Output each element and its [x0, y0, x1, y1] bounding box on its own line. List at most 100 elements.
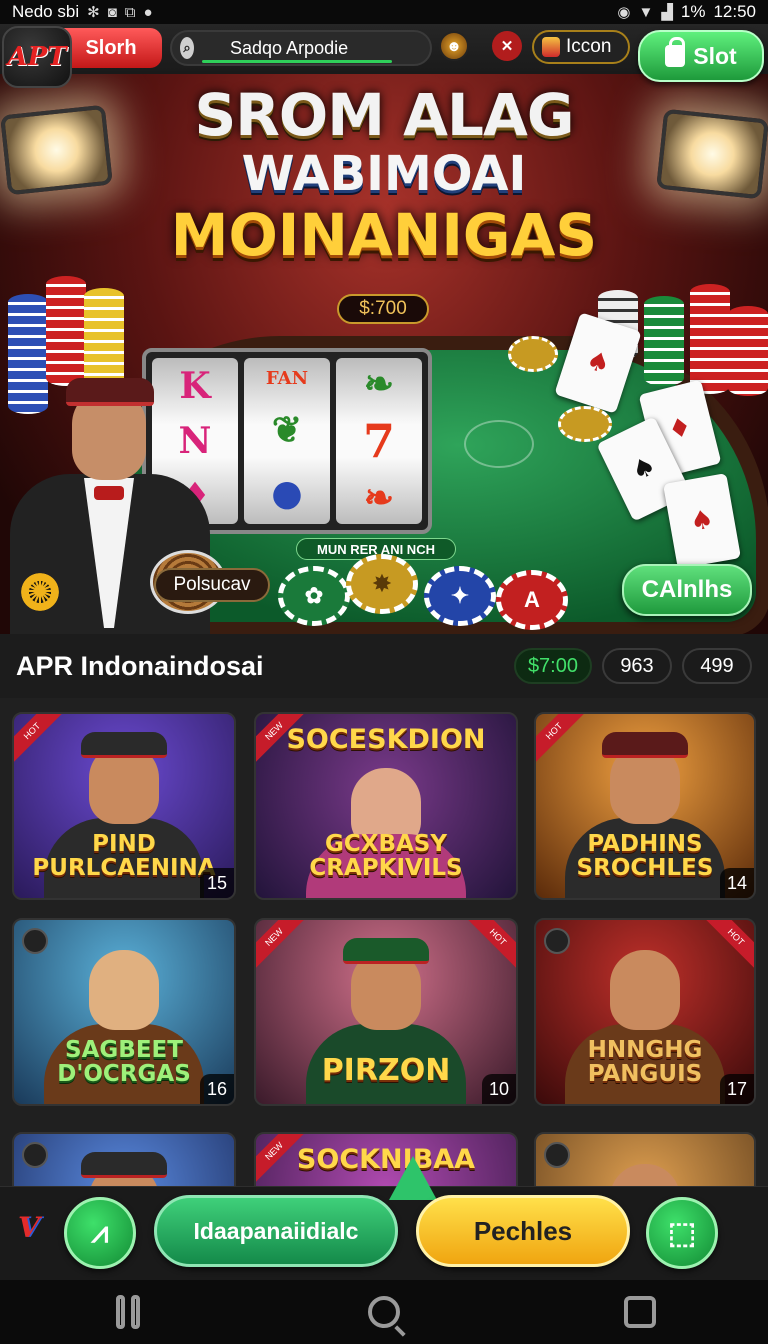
game-title: HNNGHG PANGUIS — [587, 1036, 703, 1087]
dealer-hat — [66, 378, 154, 406]
nav-recents-button[interactable] — [610, 1287, 670, 1337]
hero-title: SROM ALAG WABIMOAI MOINANIGAS — [0, 86, 768, 264]
game-tile[interactable]: HOT PIND PURLCAENINA 15 — [12, 712, 236, 900]
status-bar: Nedo sbi ✻ ◙ ⧉ ● ◉ ▼ ▟ 1% 12:50 — [0, 0, 768, 24]
slot-tab[interactable]: Slorh — [60, 28, 162, 68]
status-carrier: Nedo sbi — [12, 2, 80, 21]
poker-chip: ✦ — [424, 566, 496, 626]
reel-symbol: ❧ — [363, 362, 395, 405]
game-tile[interactable] — [12, 1132, 236, 1188]
search-underline — [202, 60, 392, 63]
trend-button[interactable]: ⩘ — [64, 1197, 136, 1269]
signal-icon: ▟ — [661, 4, 673, 21]
icon-chip-label: Iccon — [566, 36, 612, 57]
game-tile[interactable]: NEW HOT PIRZON 10 — [254, 918, 518, 1106]
game-grid: HOT PIND PURLCAENINA 15 NEW SOCESKDION G… — [0, 698, 768, 1188]
table-ring — [464, 420, 534, 468]
recents-icon — [624, 1296, 656, 1328]
app-root: Nedo sbi ✻ ◙ ⧉ ● ◉ ▼ ▟ 1% 12:50 Slorh AP… — [0, 0, 768, 1344]
tile-figure — [610, 1164, 680, 1188]
share-icon: ⬚ — [667, 1216, 697, 1250]
tile-badge: HOT — [463, 920, 516, 972]
gift-icon — [542, 37, 560, 57]
section-title: APR Indonaindosai — [16, 650, 264, 681]
search-home-icon — [368, 1296, 400, 1328]
reel-3: ❧ 7 ❧ — [336, 358, 422, 524]
section-header: APR Indonaindosai $7:00 963 499 — [0, 634, 768, 698]
reel-symbol: ❦ — [271, 409, 303, 452]
tile-avatar — [22, 1142, 48, 1168]
lock-icon — [665, 37, 686, 67]
slot-tab-label: Slorh — [85, 36, 137, 59]
icon-chip[interactable]: Iccon — [532, 30, 630, 64]
mute-icon[interactable]: ✕ — [492, 31, 522, 61]
hero-cta-button[interactable]: CAlnlhs — [622, 564, 752, 616]
game-count: 14 — [720, 868, 754, 898]
chip-stack — [690, 284, 730, 394]
camera-icon: ◙ — [107, 3, 117, 21]
share-button[interactable]: ⬚ — [646, 1197, 718, 1269]
yellow-pill-button[interactable]: Pechles — [416, 1195, 630, 1267]
chip-stack — [46, 276, 86, 386]
hero-title-line1: SROM ALAG — [194, 81, 575, 149]
bowtie-icon — [94, 486, 124, 500]
hero-banner[interactable]: ♠ ♦ ♠ ♠ SROM ALAG WABIMOAI MOINANIGAS $:… — [0, 74, 768, 634]
brand-logo: V — [18, 1211, 40, 1244]
tile-avatar — [544, 1142, 570, 1168]
game-tile[interactable]: HOT HNNGHG PANGUIS 17 — [534, 918, 756, 1106]
slot-button[interactable]: Slot — [638, 30, 764, 82]
app-logo[interactable]: APT — [2, 26, 72, 88]
chip-stack — [644, 296, 684, 386]
stat-pill[interactable]: 499 — [682, 648, 752, 684]
tile-figure — [81, 732, 167, 758]
game-tile[interactable]: NEW SOCESKDION GCXBASY CRAPKIVILS — [254, 712, 518, 900]
reel-2: FAN ❦ ● — [244, 358, 330, 524]
jackpot-badge: $:700 — [337, 294, 429, 324]
game-title: GCXBASY CRAPKIVILS — [309, 830, 463, 881]
game-title: PIRZON — [321, 1052, 451, 1088]
hero-pill[interactable]: Polsucav — [154, 568, 270, 602]
tile-badge: HOT — [536, 714, 589, 766]
bluetooth-icon: ✻ — [87, 4, 100, 21]
tile-figure — [343, 938, 429, 964]
green-pill-button[interactable]: Idaapanaiidialc — [154, 1156, 437, 1267]
tile-badge: NEW — [256, 920, 309, 972]
game-tile[interactable]: HOT PADHINS SROCHLES 14 — [534, 712, 756, 900]
game-title: SAGBEET D'OCRGAS — [57, 1036, 191, 1087]
game-top-title: SOCESKDION — [286, 724, 486, 755]
back-icon — [116, 1295, 140, 1329]
nav-back-button[interactable] — [98, 1287, 158, 1337]
bottom-action-bar: V ⩘ Idaapanaiidialc Pechles ⬚ — [0, 1156, 768, 1280]
search-input[interactable] — [230, 37, 430, 59]
poker-chip — [508, 336, 558, 372]
tile-figure — [81, 1152, 167, 1178]
tile-badge: HOT — [14, 714, 67, 766]
game-title: PIND PURLCAENINA — [32, 830, 216, 881]
search-bar[interactable]: ⌕ — [170, 30, 432, 66]
poker-chip: ✿ — [278, 566, 350, 626]
game-tile[interactable]: SAGBEET D'OCRGAS 16 — [12, 918, 236, 1106]
reel-symbol: FAN — [265, 368, 309, 390]
game-tile[interactable] — [534, 1132, 756, 1188]
green-pill-label: Idaapanaiidialc — [193, 1217, 359, 1244]
balance-pill[interactable]: $7:00 — [513, 648, 592, 684]
reel-symbol: ❧ — [363, 477, 395, 520]
avatar-button[interactable]: ☻ — [439, 31, 469, 61]
tile-figure — [89, 950, 159, 1030]
hero-title-line3: MOINANIGAS — [170, 201, 598, 269]
slot-button-label: Slot — [693, 42, 737, 69]
tooltip-tail — [389, 1156, 437, 1200]
settings-sun-icon[interactable]: ✺ — [18, 570, 62, 614]
tile-figure — [610, 950, 680, 1030]
status-time: 12:50 — [713, 2, 756, 21]
reel-symbol: 7 — [362, 413, 395, 468]
game-tile[interactable]: NEW SOCKNIBAA — [254, 1132, 518, 1188]
poker-chip: ✸ — [346, 554, 418, 614]
battery-text: 1% — [680, 2, 706, 21]
game-top-title: SOCKNIBAA — [296, 1144, 476, 1175]
game-count: 15 — [200, 868, 234, 898]
nav-home-button[interactable] — [354, 1287, 414, 1337]
stat-pill[interactable]: 963 — [602, 648, 672, 684]
game-count: 16 — [200, 1074, 234, 1104]
chip-stack — [84, 288, 124, 388]
